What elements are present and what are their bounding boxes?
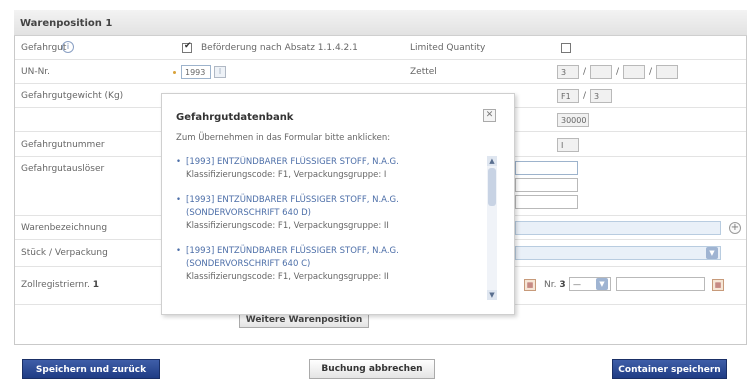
zettel-field-4[interactable] xyxy=(656,65,678,79)
result-detail: Klassifizierungscode: F1, Verpackungsgru… xyxy=(186,221,389,231)
result-detail: Klassifizierungscode: F1, Verpackungsgru… xyxy=(186,272,389,282)
gewicht-label: Gefahrgutgewicht (Kg) xyxy=(21,91,124,101)
un-nr-input[interactable]: 1993 xyxy=(181,65,211,79)
plus-icon[interactable]: + xyxy=(729,222,741,234)
row-gefahrgut: Gefahrgut i ✔ Beförderung nach Absatz 1.… xyxy=(15,37,746,60)
befoerderung-label: Beförderung nach Absatz 1.1.4.2.1 xyxy=(201,43,358,53)
gefahrgut-label: Gefahrgut xyxy=(21,43,67,53)
scroll-down-icon[interactable]: ▼ xyxy=(487,290,497,300)
info-icon[interactable]: i xyxy=(62,41,74,53)
calendar-icon[interactable]: ▦ xyxy=(712,279,724,291)
checkmark-icon: ✔ xyxy=(184,41,192,51)
popup-title: Gefahrgutdatenbank xyxy=(176,112,294,123)
section-title: Warenposition 1 xyxy=(14,10,747,36)
klasse-field-1[interactable]: F1 xyxy=(557,89,579,103)
buchung-abbrechen-button[interactable]: Buchung abbrechen xyxy=(309,359,435,379)
nr3-input[interactable] xyxy=(616,277,705,291)
row-un-nr: UN-Nr. 1993 ⁝ Zettel 3 / / / xyxy=(15,61,746,84)
warenbezeichnung-label: Warenbezeichnung xyxy=(21,223,108,233)
gefahrgut-popup: Gefahrgutdatenbank ✕ Zum Übernehmen in d… xyxy=(161,93,515,315)
popup-result-list: • [1993] ENTZÜNDBARER FLÜSSIGER STOFF, N… xyxy=(176,156,486,301)
nummer-input[interactable]: I xyxy=(557,138,579,152)
zettel-field-3[interactable] xyxy=(623,65,645,79)
popup-scrollbar[interactable]: ▲ ▼ xyxy=(487,156,497,300)
scrollbar-thumb[interactable] xyxy=(488,168,496,206)
nr3-label: Nr. 3 xyxy=(544,280,566,290)
befoerderung-checkbox[interactable]: ✔ xyxy=(182,41,192,53)
limited-quantity-checkbox[interactable] xyxy=(561,43,571,53)
popup-hint: Zum Übernehmen in das Formular bitte ank… xyxy=(176,133,391,143)
un-nr-label: UN-Nr. xyxy=(21,67,51,77)
lookup-icon[interactable]: ⁝ xyxy=(214,66,226,78)
ausloeser-label: Gefahrgutauslöser xyxy=(21,164,105,174)
scroll-up-icon[interactable]: ▲ xyxy=(487,156,497,166)
chevron-down-icon[interactable]: ▼ xyxy=(706,247,718,259)
zettel-field-2[interactable] xyxy=(590,65,612,79)
stueck-label: Stück / Verpackung xyxy=(21,248,108,258)
chevron-down-icon[interactable]: ▼ xyxy=(596,278,608,290)
list-item[interactable]: • [1993] ENTZÜNDBARER FLÜSSIGER STOFF, N… xyxy=(176,245,486,284)
result-link[interactable]: [1993] ENTZÜNDBARER FLÜSSIGER STOFF, N.A… xyxy=(186,245,486,271)
zettel-field-1[interactable]: 3 xyxy=(557,65,579,79)
result-detail: Klassifizierungscode: F1, Verpackungsgru… xyxy=(186,170,387,180)
gewicht-input[interactable]: 30000 xyxy=(557,113,589,127)
stueck-select[interactable] xyxy=(515,246,721,260)
list-item[interactable]: • [1993] ENTZÜNDBARER FLÜSSIGER STOFF, N… xyxy=(176,194,486,233)
close-icon[interactable]: ✕ xyxy=(483,109,496,122)
container-speichern-button[interactable]: Container speichern xyxy=(612,359,727,379)
ausloeser-input-3[interactable] xyxy=(515,195,578,209)
required-marker xyxy=(173,71,176,74)
zettel-label: Zettel xyxy=(410,67,437,77)
list-item[interactable]: • [1993] ENTZÜNDBARER FLÜSSIGER STOFF, N… xyxy=(176,156,486,182)
calendar-icon[interactable]: ▦ xyxy=(524,279,536,291)
nummer-label: Gefahrgutnummer xyxy=(21,140,105,150)
klasse-field-2[interactable]: 3 xyxy=(590,89,612,103)
zollregister-label: Zollregistriernr. 1 xyxy=(21,280,100,290)
ausloeser-input-2[interactable] xyxy=(515,178,578,192)
speichern-zurueck-button[interactable]: Speichern und zurück xyxy=(22,359,160,379)
result-link[interactable]: [1993] ENTZÜNDBARER FLÜSSIGER STOFF, N.A… xyxy=(186,194,486,220)
ausloeser-input-1[interactable] xyxy=(515,161,578,175)
result-link[interactable]: [1993] ENTZÜNDBARER FLÜSSIGER STOFF, N.A… xyxy=(186,156,486,169)
limited-quantity-label: Limited Quantity xyxy=(410,43,486,53)
warenbezeichnung-input[interactable] xyxy=(515,221,721,235)
